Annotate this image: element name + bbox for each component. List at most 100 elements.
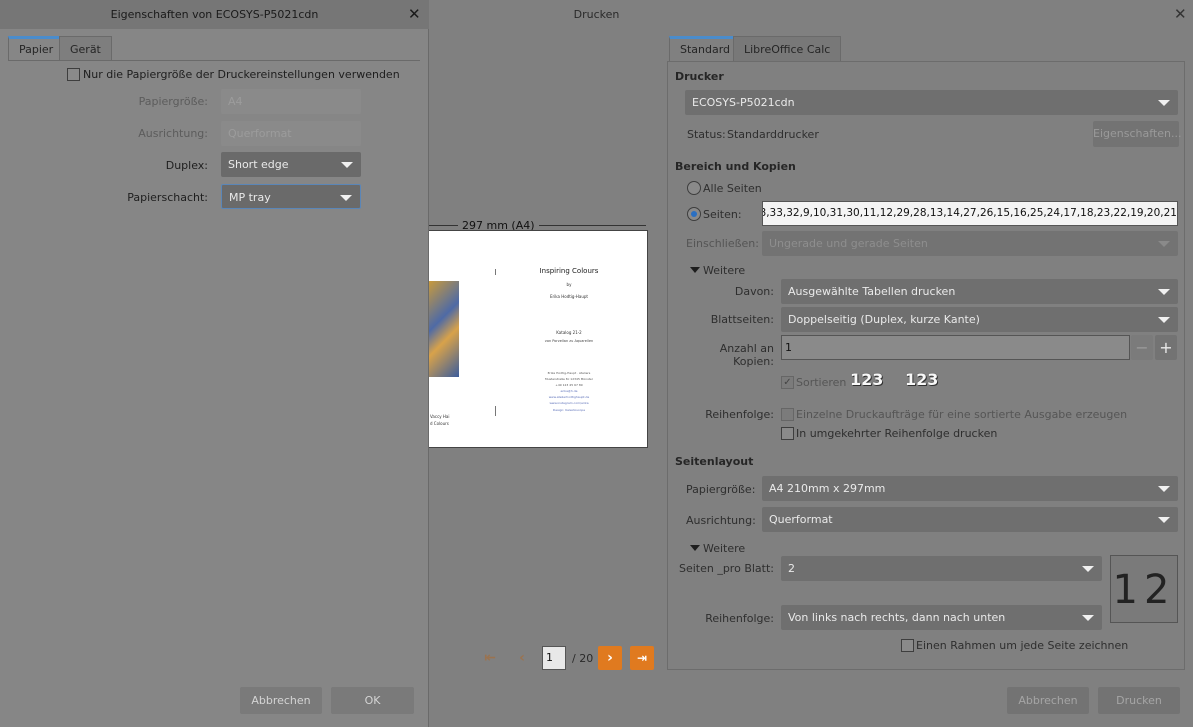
from-select[interactable]: Ausgewählte Tabellen drucken: [781, 279, 1178, 304]
expander-triangle-icon[interactable]: [690, 267, 700, 273]
preview-artwork-image: [429, 281, 459, 377]
pages-per-sheet-select[interactable]: 2: [781, 556, 1102, 581]
page-count-label: / 20: [572, 652, 594, 665]
pages-radio[interactable]: [687, 207, 701, 221]
all-pages-radio[interactable]: [687, 181, 701, 195]
orientation-label: Ausrichtung:: [138, 127, 208, 140]
sides-select[interactable]: Doppelseitig (Duplex, kurze Kante): [781, 307, 1178, 332]
preview-left-text-2: d Colours: [430, 421, 449, 426]
paper-size-value: A4: [228, 95, 243, 108]
properties-button[interactable]: Eigenschaften...: [1093, 121, 1181, 147]
orientation-select[interactable]: Querformat: [762, 507, 1178, 532]
sides-value: Doppelseitig (Duplex, kurze Kante): [788, 313, 980, 326]
paper-size-label: Papiergröße:: [138, 95, 208, 108]
chevron-down-icon: [1158, 517, 1170, 523]
preview-contact-4: erika@h.de: [560, 389, 578, 393]
include-label: Einschließen:: [686, 237, 759, 250]
copies-label: Anzahl an Kopien:: [719, 342, 774, 368]
properties-dialog-title: Eigenschaften von ECOSYS-P5021cdn: [0, 0, 429, 29]
paper-tray-select[interactable]: MP tray: [221, 184, 361, 209]
printer-section-heading: Drucker: [675, 70, 724, 83]
next-page-icon[interactable]: ›: [598, 646, 622, 670]
more-expander-label[interactable]: Weitere: [703, 264, 745, 277]
status-label: Status:: [687, 128, 726, 141]
decrease-copies-button[interactable]: −: [1131, 335, 1153, 360]
reverse-order-label: In umgekehrter Reihenfolge drucken: [796, 427, 998, 440]
use-printer-paper-size-checkbox[interactable]: [67, 68, 80, 81]
previous-page-icon[interactable]: ‹: [510, 646, 534, 670]
preview-contact-1: Erika Hodtig-Haupt · Ateliers: [547, 371, 591, 375]
chevron-down-icon: [1158, 317, 1170, 323]
pages-input-value: 35,34,7,8,33,32,9,10,31,30,11,12,29,28,1…: [762, 207, 1177, 219]
paper-size-select[interactable]: A4 210mm x 297mm: [762, 476, 1178, 501]
pages-input[interactable]: 35,34,7,8,33,32,9,10,31,30,11,12,29,28,1…: [762, 201, 1178, 226]
close-icon[interactable]: ✕: [408, 5, 421, 23]
range-section-heading: Bereich und Kopien: [675, 160, 796, 173]
preview-contact-6: www.instagram.com/erika: [549, 401, 589, 405]
page-number-input[interactable]: 1: [542, 646, 566, 670]
chevron-down-icon: [341, 99, 353, 105]
paper-size-value: A4 210mm x 297mm: [769, 482, 886, 495]
preview-contact-5: www.atelierhodtighaupt.de: [548, 395, 590, 399]
chevron-down-icon: [1158, 486, 1170, 492]
increase-copies-button[interactable]: +: [1155, 335, 1177, 360]
from-label: Davon:: [734, 285, 774, 298]
orientation-select: Querformat: [221, 121, 361, 146]
tab-paper[interactable]: Papier: [8, 36, 65, 61]
print-cancel-button[interactable]: Abbrechen: [1007, 687, 1089, 714]
collate-pages-icon: 123: [850, 370, 884, 389]
sides-label: Blattseiten:: [710, 313, 774, 326]
collate-pages-icon-2: 123: [905, 370, 939, 389]
collate-checkbox: ✓: [781, 376, 794, 389]
chevron-down-icon: [341, 131, 353, 137]
separate-jobs-checkbox: [781, 408, 794, 421]
page-border-checkbox[interactable]: [901, 639, 914, 652]
properties-ok-button[interactable]: OK: [331, 687, 414, 714]
first-page-icon[interactable]: ⇤: [478, 646, 502, 670]
order-label: Reihenfolge:: [705, 408, 774, 421]
orientation-value: Querformat: [228, 127, 292, 140]
close-icon[interactable]: ✕: [1174, 5, 1187, 23]
last-page-icon[interactable]: ⇥: [630, 646, 654, 670]
chevron-down-icon: [341, 162, 353, 168]
paper-tray-label: Papierschacht:: [127, 191, 208, 204]
copies-input[interactable]: 1: [781, 335, 1130, 360]
print-button[interactable]: Drucken: [1098, 687, 1180, 714]
tab-libreoffice-calc[interactable]: LibreOffice Calc: [733, 36, 842, 61]
duplex-label: Duplex:: [165, 159, 208, 172]
reverse-order-checkbox[interactable]: [781, 427, 794, 440]
pages-per-sheet-preview: 12: [1110, 555, 1178, 623]
tab-standard[interactable]: Standard: [669, 36, 742, 61]
chevron-down-icon: [1082, 566, 1094, 572]
preview-title: Inspiring Colours: [539, 267, 599, 275]
all-pages-label: Alle Seiten: [703, 182, 762, 195]
separate-jobs-label: Einzelne Druckaufträge für eine sortiert…: [796, 408, 1128, 421]
preview-contact-3: +49 123 45 67 89: [555, 383, 583, 387]
duplex-select[interactable]: Short edge: [221, 152, 361, 177]
page-order-select[interactable]: Von links nach rechts, dann nach unten: [781, 605, 1102, 630]
orientation-value: Querformat: [769, 513, 833, 526]
preview-contact-7: Design: Kaleidoscope: [552, 408, 586, 412]
chevron-down-icon: [1158, 100, 1170, 106]
printer-properties-dialog: Eigenschaften von ECOSYS-P5021cdn ✕ Papi…: [0, 0, 429, 727]
pages-per-sheet-value: 2: [788, 562, 795, 575]
chevron-down-icon: [1082, 615, 1094, 621]
paper-size-label: Papiergröße:: [686, 483, 756, 496]
expander-triangle-icon-2[interactable]: [690, 545, 700, 551]
layout-section-heading: Seitenlayout: [675, 455, 754, 468]
preview-author: Erika Hodtig-Haupt: [549, 294, 588, 299]
from-value: Ausgewählte Tabellen drucken: [788, 285, 956, 298]
pages-label: Seiten:: [703, 208, 742, 221]
properties-cancel-button[interactable]: Abbrechen: [240, 687, 322, 714]
printer-select[interactable]: ECOSYS-P5021cdn: [685, 90, 1178, 115]
pages-per-sheet-label: Seiten _pro Blatt:: [678, 562, 774, 575]
chevron-down-icon: [340, 195, 352, 201]
printer-name: ECOSYS-P5021cdn: [692, 96, 795, 109]
more-layout-expander-label[interactable]: Weitere: [703, 542, 745, 555]
chevron-down-icon: [1158, 241, 1170, 247]
page-border-label: Einen Rahmen um jede Seite zeichnen: [916, 639, 1129, 652]
page-order-value: Von links nach rechts, dann nach unten: [788, 611, 1006, 624]
chevron-down-icon: [1158, 289, 1170, 295]
tab-device[interactable]: Gerät: [59, 36, 112, 61]
orientation-label: Ausrichtung:: [686, 514, 756, 527]
